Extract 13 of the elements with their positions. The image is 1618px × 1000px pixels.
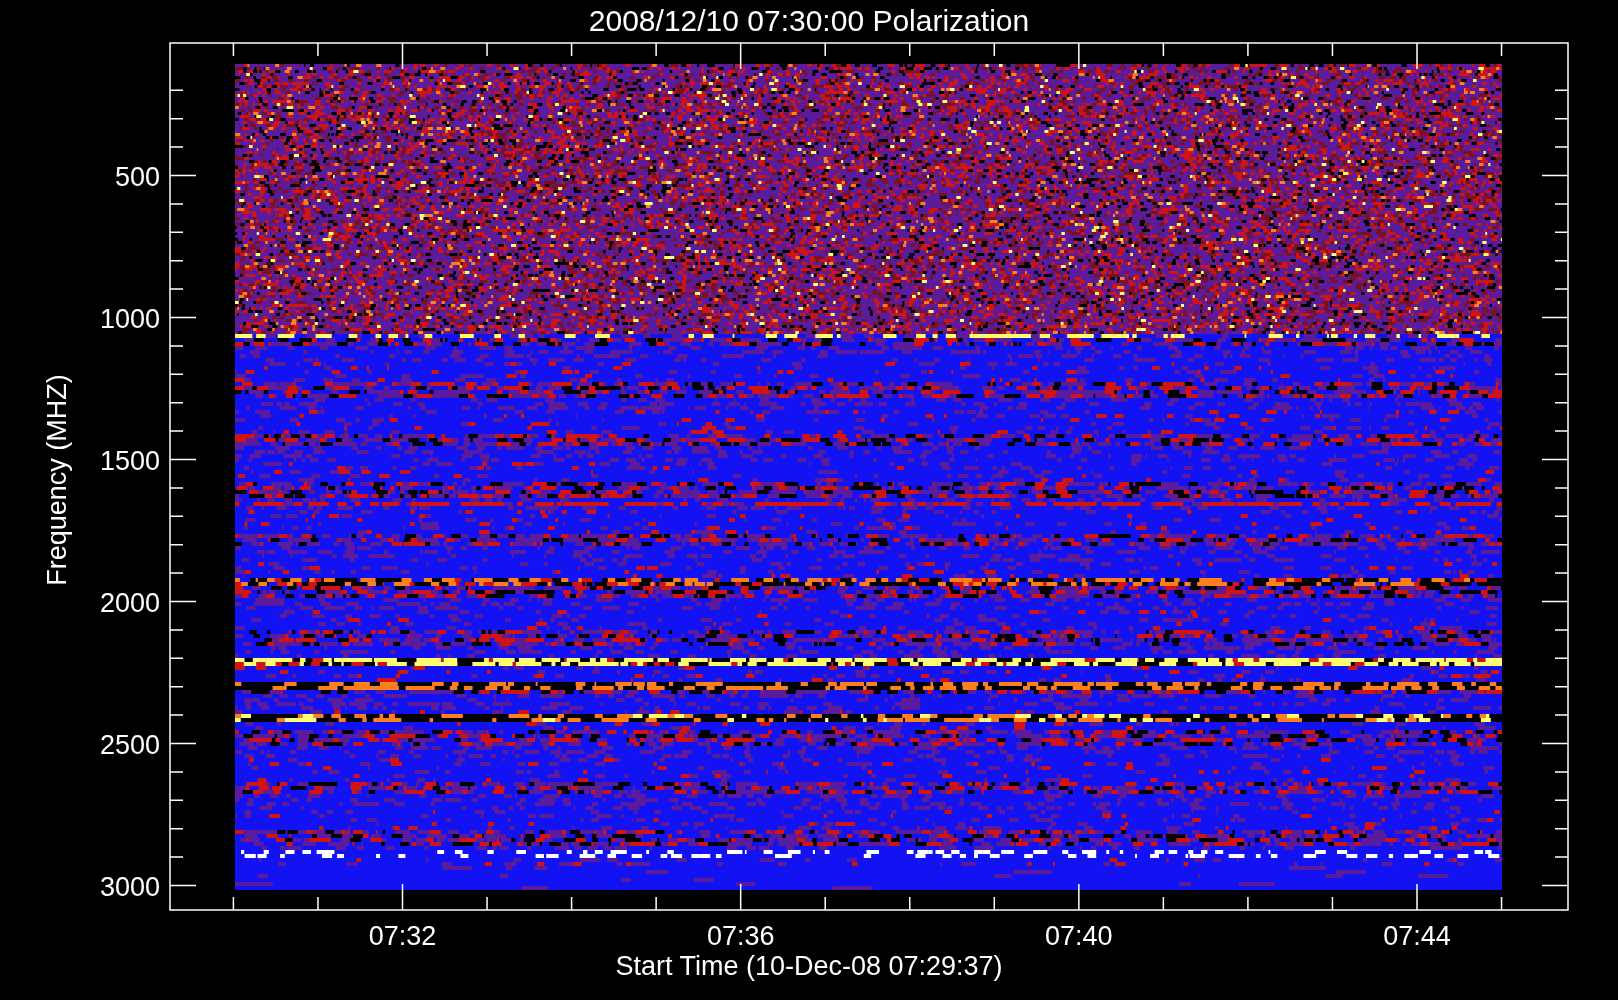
plot-title: 2008/12/10 07:30:00 Polarization bbox=[588, 4, 1030, 37]
tick-label: 1000 bbox=[99, 303, 160, 334]
tick-label: 500 bbox=[114, 161, 160, 192]
tick-label: 07:40 bbox=[1045, 921, 1113, 951]
tick-label: 3000 bbox=[99, 871, 160, 902]
axis-label: Start Time (10-Dec-08 07:29:37) bbox=[615, 951, 1003, 981]
axis-label: Frequency (MHZ) bbox=[42, 374, 72, 586]
tick-label: 07:32 bbox=[368, 921, 437, 951]
tick-label: 2000 bbox=[99, 587, 160, 618]
tick-label: 07:44 bbox=[1383, 921, 1451, 951]
tick-label: 2500 bbox=[99, 729, 160, 760]
tick-label: 1500 bbox=[99, 445, 160, 476]
tick-label: 07:36 bbox=[706, 921, 775, 951]
